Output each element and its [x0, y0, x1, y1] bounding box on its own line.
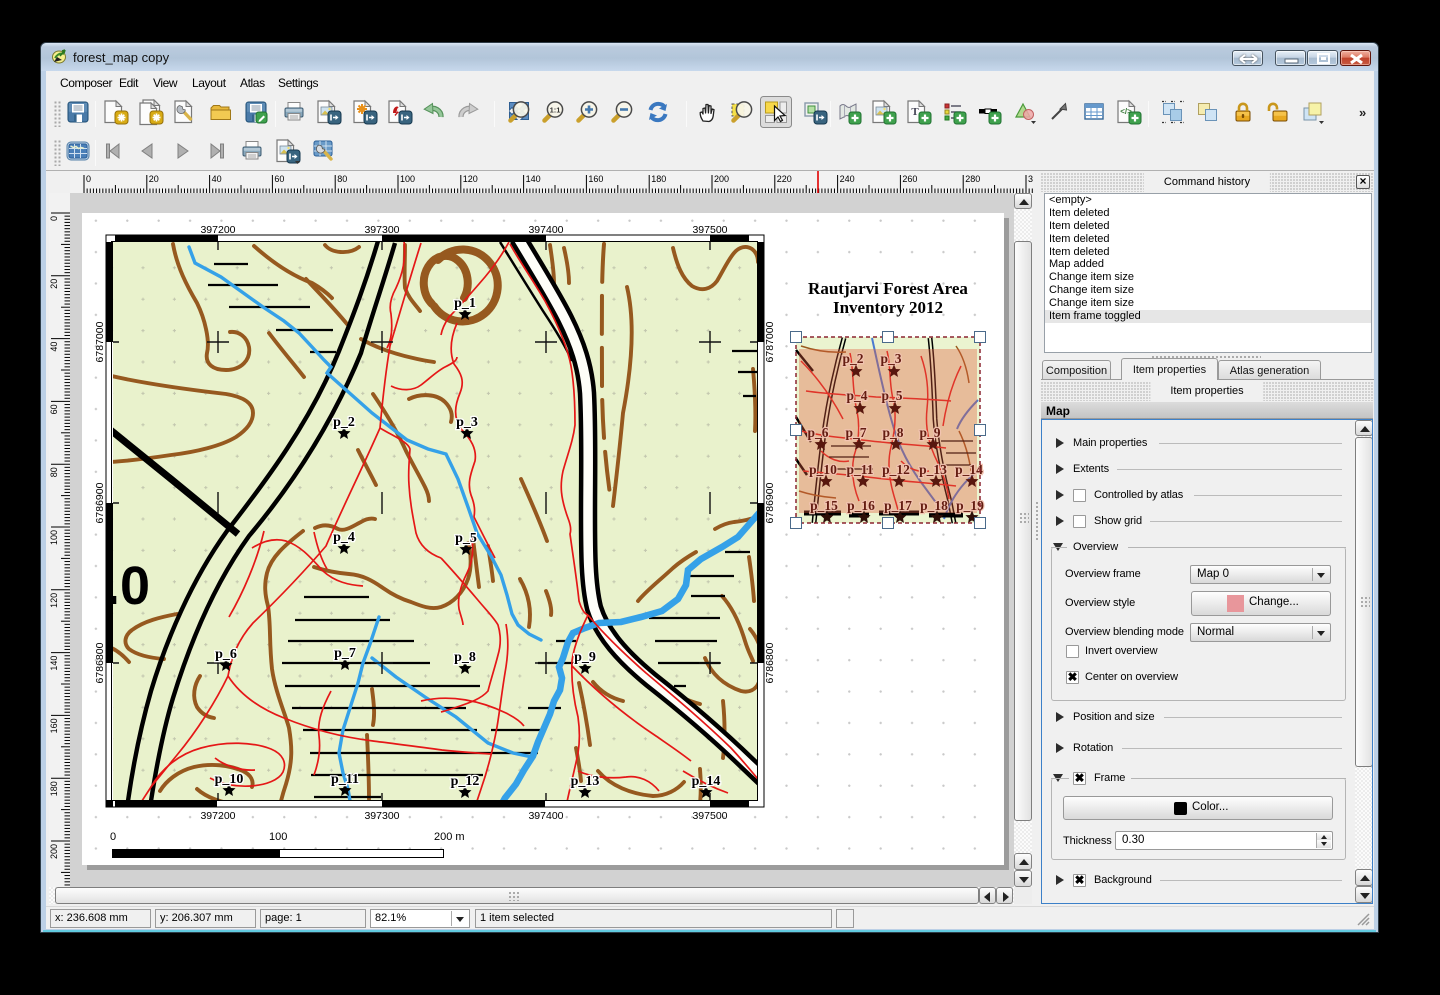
svg-text:p_5: p_5 [881, 388, 902, 403]
svg-text:20: 20 [49, 279, 59, 289]
svg-text:p_2: p_2 [333, 415, 355, 430]
svg-text:6786900: 6786900 [764, 482, 776, 523]
svg-text:p_12: p_12 [882, 462, 910, 477]
svg-text:40: 40 [49, 342, 59, 352]
svg-text:p_14: p_14 [692, 774, 721, 789]
svg-text:180: 180 [651, 174, 666, 184]
svg-text:p_8: p_8 [454, 650, 476, 665]
svg-text:180: 180 [49, 781, 59, 796]
svg-text:p_17: p_17 [884, 498, 912, 513]
svg-text:20: 20 [149, 174, 159, 184]
svg-text:397500: 397500 [692, 224, 727, 236]
svg-text:40: 40 [212, 174, 222, 184]
svg-text:120: 120 [49, 593, 59, 608]
svg-text:p_10: p_10 [215, 772, 244, 787]
svg-text:6786800: 6786800 [94, 642, 106, 683]
svg-text:6787000: 6787000 [94, 321, 106, 362]
svg-text:6786900: 6786900 [94, 482, 106, 523]
svg-text:397300: 397300 [364, 224, 399, 236]
svg-text:280: 280 [965, 174, 980, 184]
svg-text:p_3: p_3 [456, 415, 478, 430]
svg-text:397400: 397400 [528, 224, 563, 236]
svg-text:p_15: p_15 [810, 498, 838, 513]
svg-text:140: 140 [526, 174, 541, 184]
svg-text:p_4: p_4 [333, 530, 355, 545]
svg-text:p_7: p_7 [334, 646, 356, 661]
svg-text:p_9: p_9 [574, 650, 596, 665]
svg-text:200: 200 [49, 844, 59, 859]
svg-text:100: 100 [400, 174, 415, 184]
svg-text:160: 160 [49, 718, 59, 733]
svg-text:1:1: 1:1 [550, 106, 561, 115]
svg-text:p_12: p_12 [451, 774, 480, 789]
svg-text:397300: 397300 [364, 810, 399, 822]
svg-text:p_9: p_9 [919, 425, 940, 440]
svg-text:80: 80 [337, 174, 347, 184]
svg-text:p_13: p_13 [919, 462, 947, 477]
svg-text:6787000: 6787000 [764, 321, 776, 362]
svg-text:p_8: p_8 [882, 425, 903, 440]
svg-text:100: 100 [49, 530, 59, 545]
svg-text:397500: 397500 [692, 810, 727, 822]
svg-text:p_3: p_3 [880, 351, 901, 366]
svg-text:p_11: p_11 [331, 772, 359, 787]
svg-text:220: 220 [777, 174, 792, 184]
svg-text:6786800: 6786800 [764, 642, 776, 683]
svg-text:240: 240 [840, 174, 855, 184]
svg-text:p_6: p_6 [215, 647, 237, 662]
svg-text:260: 260 [902, 174, 917, 184]
svg-text:p_1: p_1 [454, 296, 476, 311]
svg-text:p_10: p_10 [809, 462, 837, 477]
svg-text:60: 60 [274, 174, 284, 184]
svg-text:0: 0 [86, 174, 91, 184]
svg-text:p_11: p_11 [846, 462, 873, 477]
svg-text:60: 60 [49, 404, 59, 414]
svg-text:T: T [911, 106, 919, 118]
svg-text:p_16: p_16 [847, 498, 875, 513]
svg-text:p_2: p_2 [842, 351, 863, 366]
svg-text:p_13: p_13 [571, 774, 600, 789]
svg-text:p_4: p_4 [846, 388, 867, 403]
svg-text:p_5: p_5 [455, 531, 477, 546]
svg-text:p_14: p_14 [955, 462, 983, 477]
svg-text:397200: 397200 [200, 224, 235, 236]
svg-text:397400: 397400 [528, 810, 563, 822]
svg-text:p_7: p_7 [845, 425, 866, 440]
svg-text:200: 200 [714, 174, 729, 184]
svg-text:397200: 397200 [200, 810, 235, 822]
svg-text:80: 80 [49, 467, 59, 477]
svg-text:120: 120 [463, 174, 478, 184]
svg-text:»: » [1359, 105, 1366, 120]
svg-text:p_6: p_6 [807, 425, 828, 440]
svg-text:p_18: p_18 [920, 498, 948, 513]
svg-text:0: 0 [49, 216, 59, 221]
svg-text:160: 160 [588, 174, 603, 184]
svg-text:140: 140 [49, 656, 59, 671]
